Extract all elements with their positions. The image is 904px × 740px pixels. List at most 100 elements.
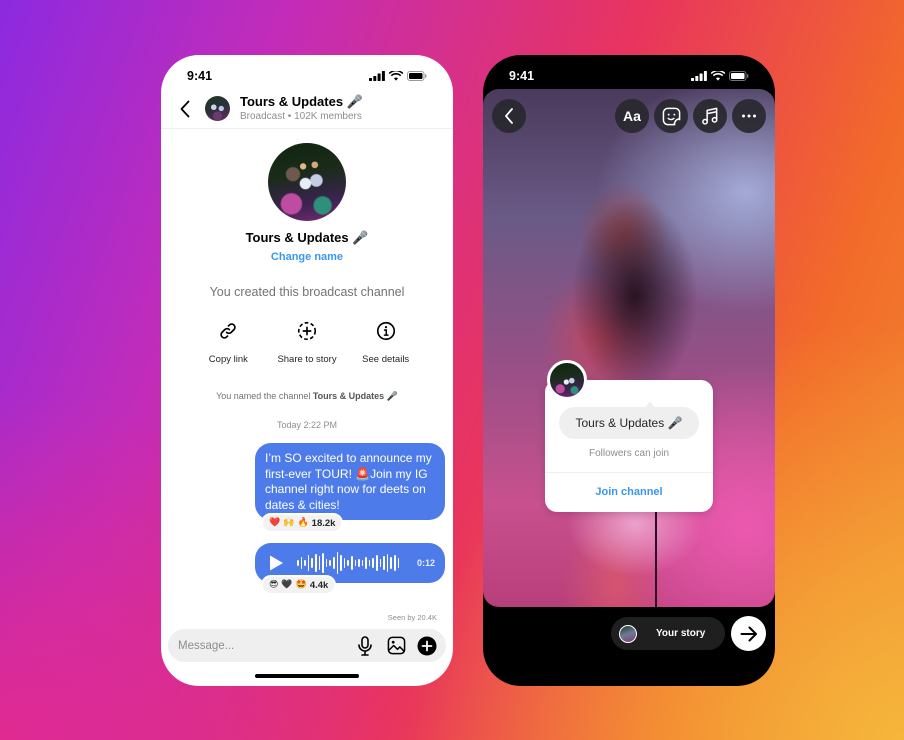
gallery-icon (387, 636, 405, 655)
plus-button[interactable] (416, 635, 438, 657)
waveform-bar (297, 560, 299, 566)
waveform-bar (376, 555, 378, 571)
waveform-bar (307, 555, 310, 571)
waveform-bar (368, 560, 371, 566)
copy-link-label: Copy link (208, 354, 248, 365)
reaction-emoji: 🖤 (281, 579, 293, 590)
text-tool-button[interactable]: Aa (615, 99, 649, 133)
status-time: 9:41 (509, 69, 535, 83)
story-phone: 9:41 Aa Tours & Updates 🎤 Followers can … (483, 55, 775, 686)
more-icon (742, 114, 756, 118)
back-button[interactable] (175, 97, 195, 121)
battery-icon (729, 71, 749, 81)
chevron-left-icon (180, 100, 190, 117)
message-timestamp: Today 2:22 PM (276, 420, 338, 430)
waveform-bar (358, 559, 360, 567)
waveform-bar (386, 554, 389, 572)
arrow-right-icon (740, 626, 757, 641)
reaction-emoji: 🔥 (297, 517, 309, 528)
voice-duration: 0:12 (416, 558, 435, 568)
named-notice-channel: Tours & Updates 🎤 (312, 391, 398, 401)
waveform-bar (300, 557, 303, 569)
voice-waveform[interactable] (297, 551, 400, 575)
channel-avatar[interactable] (205, 96, 230, 121)
waveform-bar (361, 560, 364, 566)
channel-actions: Copy link Share to story See details (189, 320, 425, 365)
waveform-bar (314, 554, 317, 572)
waveform-bar (350, 556, 353, 570)
message-input[interactable] (178, 639, 345, 652)
waveform-bar (394, 555, 396, 571)
sticker-channel-avatar (547, 360, 587, 400)
reaction-emoji: ❤️ (269, 517, 281, 528)
message-reactions[interactable]: 😎 🖤 🤩 4.4k (261, 575, 337, 595)
status-time: 9:41 (187, 69, 213, 83)
mic-stand (655, 509, 657, 607)
waveform-bar (383, 556, 385, 570)
info-icon (376, 321, 395, 341)
gallery-button[interactable] (385, 635, 407, 657)
signal-icon (691, 71, 707, 81)
channel-name: Tours & Updates 🎤 (245, 230, 369, 245)
waveform-bar (332, 557, 335, 569)
waveform-bar (322, 553, 324, 573)
story-back-button[interactable] (492, 99, 526, 133)
chat-phone: 9:41 Tours & Updates 🎤 Broadcast • 102K … (161, 55, 453, 686)
status-icons (691, 71, 749, 81)
message-reactions[interactable]: ❤️ 🙌 🔥 18.2k (261, 513, 344, 533)
microphone-button[interactable] (354, 635, 376, 657)
waveform-bar (304, 560, 306, 566)
reaction-emoji: 😎 (269, 579, 279, 590)
text-icon: Aa (623, 108, 641, 124)
home-indicator (255, 674, 359, 678)
story-toolbar: Aa (492, 99, 766, 133)
change-name-link[interactable]: Change name (161, 251, 453, 263)
chat-header: Tours & Updates 🎤 Broadcast • 102K membe… (161, 89, 453, 129)
chevron-left-icon (505, 108, 513, 124)
see-details-label: See details (362, 354, 410, 365)
sticker-channel-name: Tours & Updates 🎤 (559, 401, 699, 439)
status-icons (369, 71, 427, 81)
your-story-button[interactable]: Your story (611, 617, 725, 650)
more-options-button[interactable] (732, 99, 766, 133)
channel-title: Tours & Updates 🎤 (240, 94, 363, 109)
share-to-story-button[interactable]: Share to story (268, 320, 347, 365)
waveform-bar (390, 557, 393, 569)
named-notice-prefix: You named the channel (216, 391, 313, 401)
reaction-count: 4.4k (309, 579, 329, 591)
your-story-label: Your story (656, 628, 706, 639)
send-story-button[interactable] (731, 616, 766, 651)
wifi-icon (711, 71, 725, 81)
see-details-button[interactable]: See details (346, 320, 425, 365)
story-tools: Aa (615, 99, 766, 133)
channel-profile-photo (268, 143, 346, 221)
waveform-bar (354, 560, 357, 566)
plus-icon (417, 636, 437, 655)
waveform-bar (347, 560, 349, 566)
seen-by-count: Seen by 20.4K (387, 613, 437, 622)
waveform-bar (325, 559, 328, 567)
share-to-story-label: Share to story (277, 354, 337, 365)
message-composer (168, 629, 446, 662)
waveform-bar (397, 558, 400, 568)
waveform-bar (311, 558, 313, 568)
status-bar: 9:41 (161, 55, 453, 89)
sticker-subtitle: Followers can join (588, 448, 670, 459)
music-icon (702, 107, 718, 125)
reaction-emoji: 🤩 (295, 579, 307, 590)
waveform-bar (343, 558, 346, 568)
copy-link-button[interactable]: Copy link (189, 320, 268, 365)
message-bubble-text[interactable]: I’m SO excited to announce my first-ever… (255, 443, 445, 520)
reaction-emoji: 🙌 (283, 517, 295, 528)
waveform-bar (365, 557, 367, 569)
waveform-bar (329, 560, 331, 566)
join-channel-button[interactable]: Join channel (545, 472, 713, 512)
music-tool-button[interactable] (693, 99, 727, 133)
reaction-count: 18.2k (311, 517, 336, 529)
battery-icon (407, 71, 427, 81)
channel-created-notice: You created this broadcast channel (209, 285, 405, 299)
sticker-tool-button[interactable] (654, 99, 688, 133)
channel-header-info[interactable]: Tours & Updates 🎤 Broadcast • 102K membe… (240, 94, 363, 123)
channel-sticker[interactable]: Tours & Updates 🎤 Followers can join Joi… (545, 380, 713, 512)
play-icon[interactable] (267, 554, 285, 572)
